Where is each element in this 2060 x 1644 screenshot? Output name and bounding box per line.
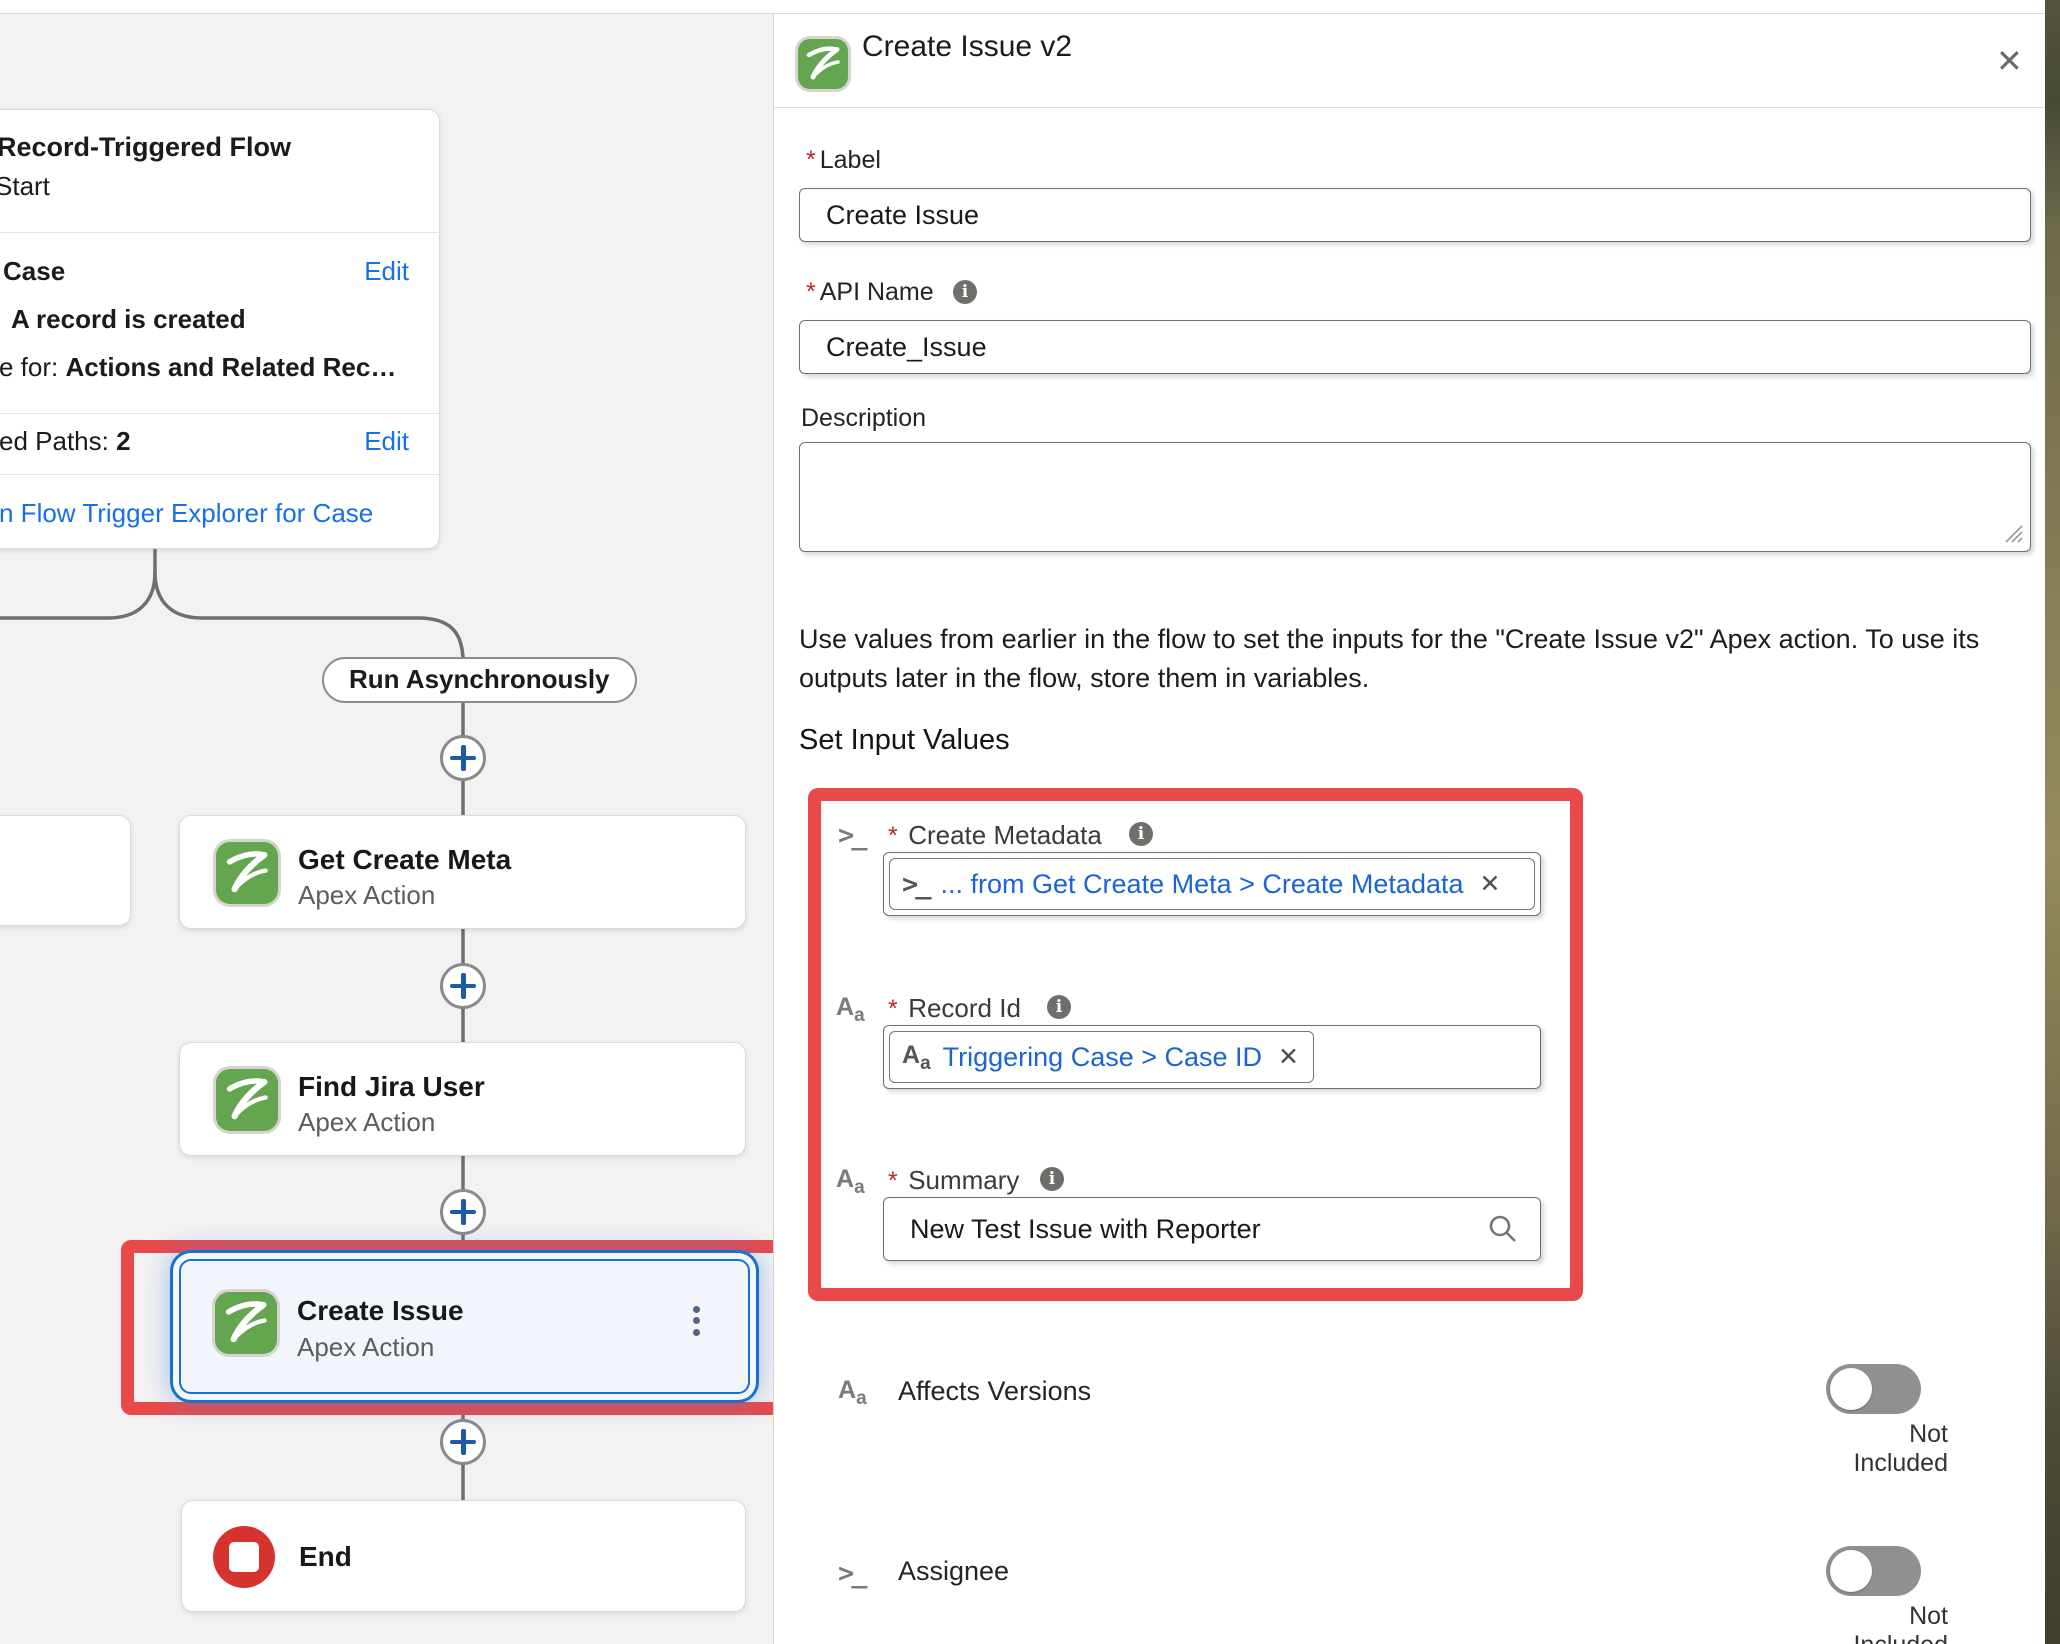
panel-header-divider (774, 107, 2045, 108)
remove-chip-icon[interactable]: ✕ (1480, 869, 1501, 899)
record-id-label: Record Id (908, 993, 1021, 1023)
text-type-icon: Aa (902, 1039, 931, 1075)
close-icon[interactable]: ✕ (1996, 42, 2023, 80)
paths-prefix: ed Paths: (0, 426, 116, 456)
node-create-issue-selected[interactable]: Create Issue Apex Action (179, 1259, 750, 1394)
info-icon[interactable]: i (953, 280, 977, 304)
panel-title: Create Issue v2 (862, 30, 1072, 64)
optimize-row: e for: Actions and Related Rec… (0, 352, 396, 383)
toggle-knob (1830, 1550, 1872, 1592)
text-type-icon: Aa (836, 1165, 865, 1199)
edit-paths-link[interactable]: Edit (364, 426, 409, 457)
affects-versions-status: Not Included (1816, 1420, 1948, 1478)
summary-label: Summary (908, 1165, 1019, 1195)
edit-object-link[interactable]: Edit (364, 256, 409, 287)
flow-trigger-explorer-link[interactable]: n Flow Trigger Explorer for Case (0, 498, 373, 529)
flow-builder-app: Record-Triggered Flow Start Case Edit A … (0, 0, 2060, 1644)
instructions-text: Use values from earlier in the flow to s… (799, 620, 2031, 698)
trigger-object-name: Case (3, 256, 65, 287)
required-asterisk: * (888, 995, 898, 1023)
node-title: Get Create Meta (298, 844, 511, 876)
start-card-divider (0, 232, 441, 233)
resize-grip-icon[interactable] (2002, 522, 2024, 544)
node-subtitle: Apex Action (297, 1332, 434, 1363)
summary-label-row: * Summary (888, 1165, 1019, 1196)
create-metadata-input[interactable]: >_ ... from Get Create Meta > Create Met… (883, 852, 1541, 916)
apex-type-icon: >_ (902, 869, 929, 900)
apex-action-icon (798, 39, 848, 89)
chip-text: Triggering Case > Case ID (943, 1042, 1262, 1073)
start-card-subtitle: Start (0, 171, 50, 202)
remove-chip-icon[interactable]: ✕ (1278, 1042, 1299, 1072)
assignee-label: Assignee (898, 1556, 1009, 1587)
add-element-button[interactable] (440, 963, 486, 1009)
paths-count: 2 (116, 426, 130, 456)
start-card-title: Record-Triggered Flow (0, 132, 291, 163)
node-find-jira-user[interactable]: Find Jira User Apex Action (179, 1042, 746, 1156)
end-node-label: End (299, 1541, 352, 1573)
run-asynchronously-badge[interactable]: Run Asynchronously (322, 657, 637, 703)
start-card-divider (0, 413, 441, 414)
node-subtitle: Apex Action (298, 1107, 435, 1138)
toggle-knob (1830, 1368, 1872, 1410)
node-subtitle: Apex Action (298, 880, 435, 911)
chip-text: ... from Get Create Meta > Create Metada… (941, 869, 1464, 900)
scheduled-paths-row: ed Paths: 2 (0, 426, 131, 457)
apex-type-icon: >_ (838, 1558, 865, 1589)
node-title: Create Issue (297, 1295, 464, 1327)
text-type-icon: Aa (836, 993, 865, 1027)
add-element-button[interactable] (440, 1419, 486, 1465)
start-card-divider (0, 474, 441, 475)
affects-versions-label: Affects Versions (898, 1376, 1091, 1407)
required-asterisk: * (888, 1167, 898, 1195)
api-name-field-label: *API Name (806, 278, 934, 307)
text-type-icon: Aa (838, 1376, 867, 1410)
description-field-label: Description (801, 404, 926, 433)
add-element-button[interactable] (440, 1189, 486, 1235)
add-element-button[interactable] (440, 735, 486, 781)
info-icon[interactable]: i (1047, 995, 1071, 1019)
partial-left-node-card[interactable] (0, 815, 131, 926)
end-icon (213, 1526, 275, 1588)
assignee-toggle[interactable] (1826, 1546, 1921, 1596)
create-metadata-chip[interactable]: >_ ... from Get Create Meta > Create Met… (889, 858, 1535, 910)
set-input-values-heading: Set Input Values (799, 724, 1010, 757)
apex-action-icon (216, 1069, 278, 1131)
create-metadata-label-row: * Create Metadata (888, 820, 1102, 851)
node-title: Find Jira User (298, 1071, 485, 1103)
apex-action-icon (215, 1292, 277, 1354)
apex-action-icon (216, 842, 278, 904)
required-asterisk: * (806, 146, 816, 174)
apex-type-icon: >_ (838, 820, 865, 851)
info-icon[interactable]: i (1129, 822, 1153, 846)
record-id-chip[interactable]: Aa Triggering Case > Case ID ✕ (889, 1031, 1314, 1083)
window-top-strip (0, 0, 2060, 14)
trigger-type-text: A record is created (11, 304, 246, 335)
required-asterisk: * (888, 822, 898, 850)
info-icon[interactable]: i (1040, 1167, 1064, 1191)
search-icon[interactable] (1488, 1214, 1518, 1244)
summary-input[interactable] (883, 1197, 1541, 1261)
node-end[interactable]: End (181, 1500, 746, 1612)
optimize-value: Actions and Related Rec… (65, 352, 396, 382)
record-id-label-row: * Record Id (888, 993, 1021, 1024)
record-id-input[interactable]: Aa Triggering Case > Case ID ✕ (883, 1025, 1541, 1089)
assignee-status: Not Included (1816, 1602, 1948, 1644)
optimize-prefix: e for: (0, 352, 65, 382)
label-field-label: *Label (806, 146, 881, 175)
api-name-input[interactable] (799, 320, 2031, 374)
create-metadata-label: Create Metadata (908, 820, 1102, 850)
required-asterisk: * (806, 278, 816, 306)
affects-versions-toggle[interactable] (1826, 1364, 1921, 1414)
description-textarea[interactable] (799, 442, 2031, 552)
start-node-card[interactable]: Record-Triggered Flow Start Case Edit A … (0, 109, 440, 549)
label-input[interactable] (799, 188, 2031, 242)
desktop-wallpaper-sliver (2045, 0, 2060, 1644)
node-menu-kebab-icon[interactable] (693, 1301, 700, 1340)
node-get-create-meta[interactable]: Get Create Meta Apex Action (179, 815, 746, 929)
